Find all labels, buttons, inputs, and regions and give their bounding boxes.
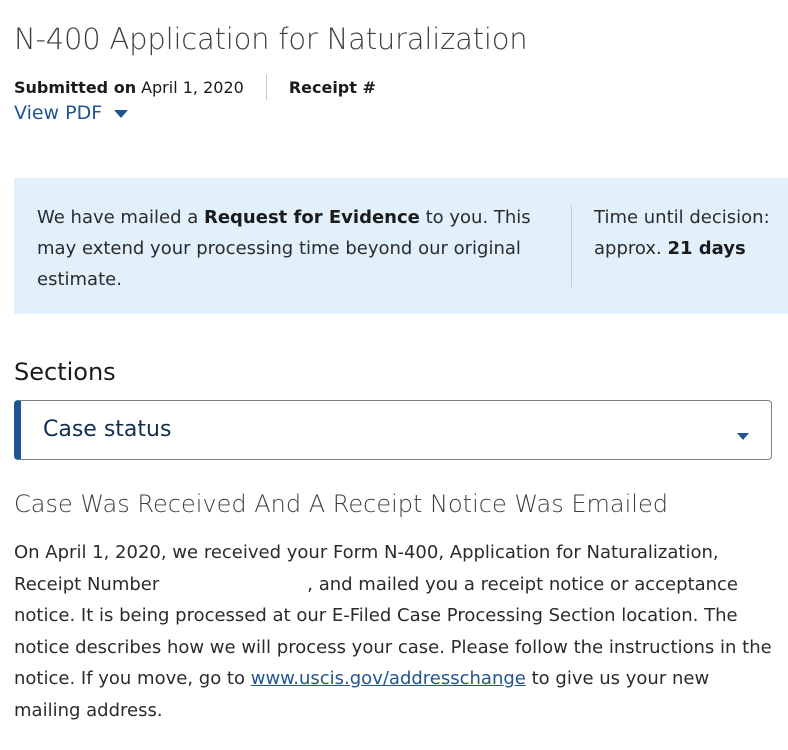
- alert-divider: [571, 205, 572, 287]
- caret-down-icon: [114, 110, 129, 118]
- evidence-alert: We have mailed a Request for Evidence to…: [14, 178, 788, 314]
- page-title: N-400 Application for Naturalization: [14, 22, 528, 56]
- time-label: Time until decision:: [594, 207, 770, 228]
- meta-divider: [265, 74, 267, 100]
- alert-message-prefix: We have mailed a: [37, 207, 204, 228]
- alert-message-bold: Request for Evidence: [203, 207, 420, 228]
- chevron-down-icon: [737, 433, 749, 440]
- view-pdf-label: View PDF: [14, 102, 103, 124]
- time-estimate: approx. 21 days: [594, 233, 788, 264]
- status-description: On April 1, 2020, we received your Form …: [14, 537, 774, 726]
- case-status-page: N-400 Application for Naturalization Sub…: [0, 0, 788, 750]
- sections-select[interactable]: Case status: [14, 400, 772, 460]
- sections-label: Sections: [14, 358, 116, 386]
- time-until-decision: Time until decision: approx. 21 days: [594, 202, 788, 264]
- address-change-link[interactable]: www.uscis.gov/addresschange: [251, 668, 526, 689]
- time-value: 21 days: [667, 238, 746, 259]
- receipt-label: Receipt #: [288, 77, 376, 97]
- time-prefix: approx.: [594, 238, 668, 259]
- view-pdf-button[interactable]: View PDF: [14, 102, 129, 124]
- submitted-date: April 1, 2020: [141, 77, 244, 97]
- submission-meta: Submitted on April 1, 2020 Receipt #: [14, 74, 376, 100]
- status-heading: Case Was Received And A Receipt Notice W…: [14, 490, 668, 518]
- submitted-label: Submitted on: [14, 77, 137, 97]
- sections-select-value: Case status: [43, 417, 172, 442]
- alert-message: We have mailed a Request for Evidence to…: [37, 202, 557, 295]
